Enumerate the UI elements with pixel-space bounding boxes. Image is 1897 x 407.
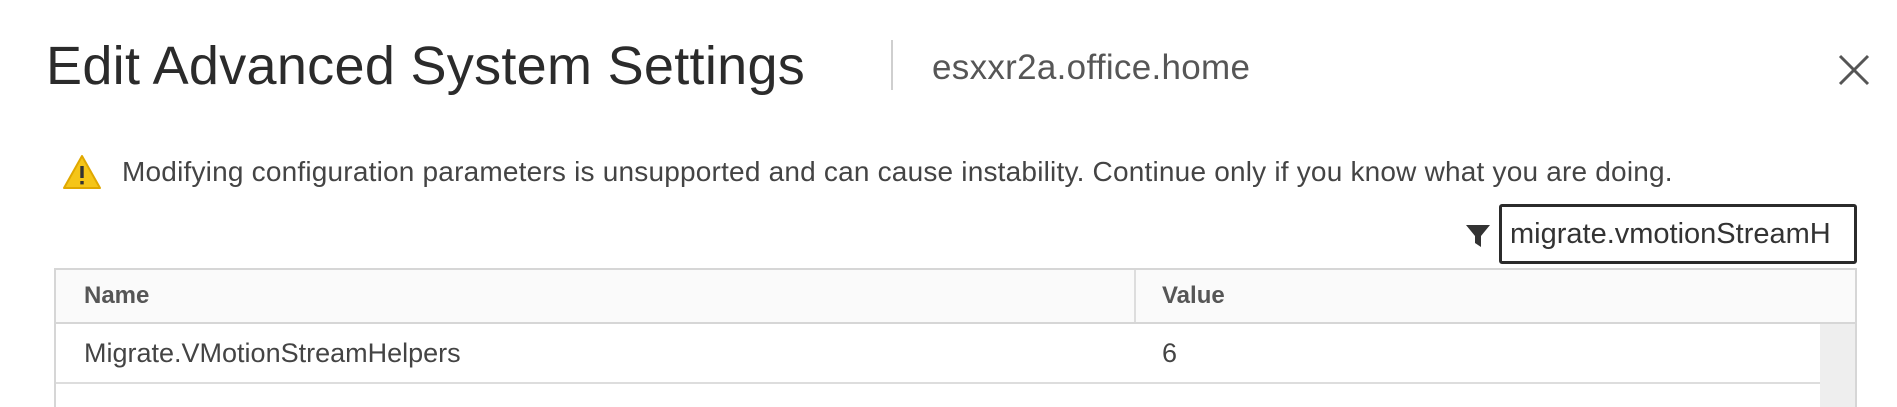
grid-body: Migrate.VMotionStreamHelpers 6: [56, 324, 1822, 407]
column-resize-handle[interactable]: [1134, 270, 1136, 322]
host-name: esxxr2a.office.home: [932, 48, 1251, 87]
dialog-title: Edit Advanced System Settings: [46, 36, 806, 96]
setting-value-cell: 6: [1162, 338, 1178, 368]
edit-advanced-settings-dialog: Edit Advanced System Settings esxxr2a.of…: [0, 0, 1897, 407]
filter-icon: [1465, 223, 1491, 249]
filter-input[interactable]: [1499, 204, 1857, 264]
warning-text: Modifying configuration parameters is un…: [122, 156, 1673, 187]
table-row[interactable]: Migrate.VMotionStreamHelpers 6: [56, 324, 1822, 384]
column-header-name[interactable]: Name: [84, 270, 149, 322]
warning-banner: Modifying configuration parameters is un…: [62, 152, 1673, 192]
title-divider: [891, 40, 893, 90]
grid-header: Name Value: [56, 270, 1855, 324]
grid-scrollbar[interactable]: [1820, 324, 1855, 407]
column-header-value[interactable]: Value: [1162, 270, 1225, 322]
setting-name-cell: Migrate.VMotionStreamHelpers: [84, 338, 461, 368]
close-icon: [1838, 54, 1870, 86]
close-button[interactable]: [1834, 50, 1874, 90]
settings-grid: Name Value Migrate.VMotionStreamHelpers …: [54, 268, 1857, 407]
warning-triangle-icon: [62, 154, 102, 190]
